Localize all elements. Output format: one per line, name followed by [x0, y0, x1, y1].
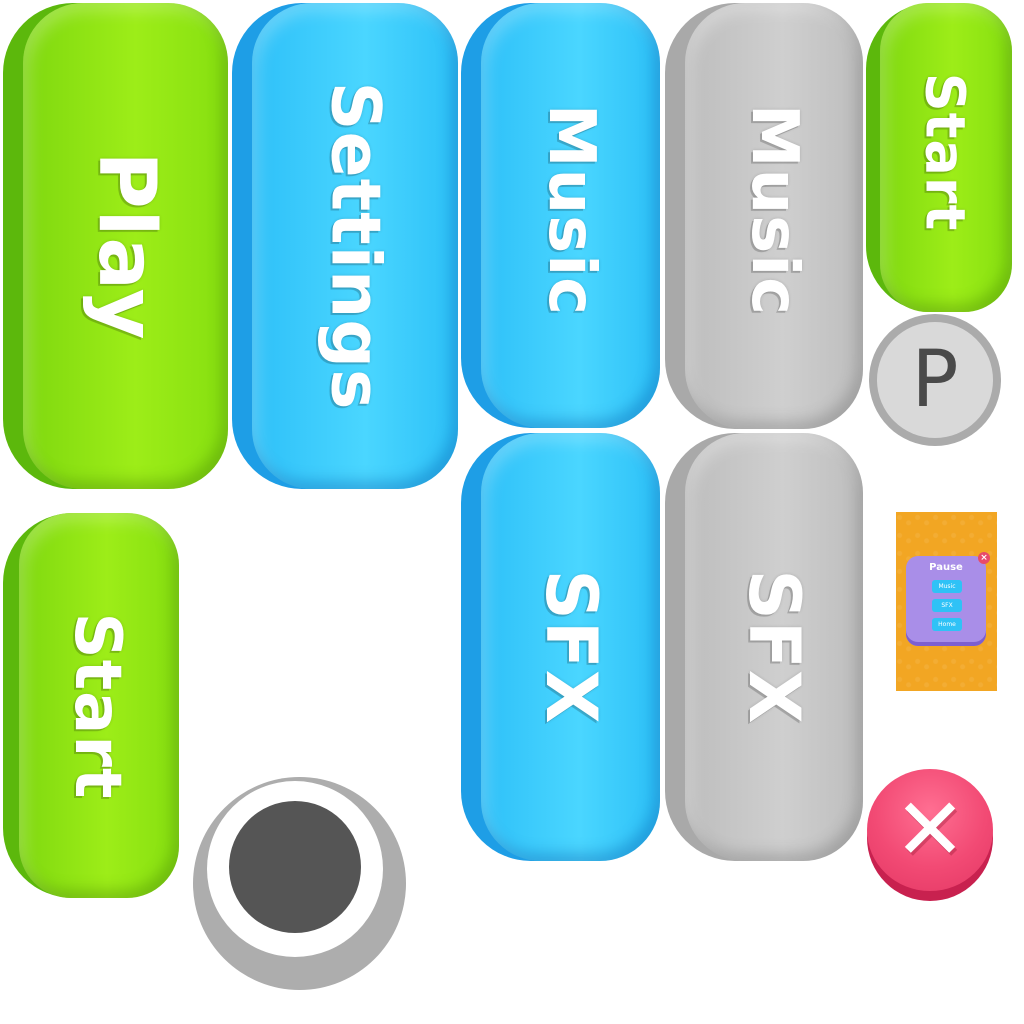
music-on-button[interactable]: Music — [461, 3, 660, 428]
start-large-button[interactable]: Start — [3, 513, 179, 898]
music-on-label: Music — [533, 103, 608, 316]
pause-home-button[interactable]: Home — [932, 618, 962, 631]
play-button[interactable]: Play — [3, 3, 228, 489]
pause-sfx-button[interactable]: SFX — [932, 599, 962, 612]
close-glyph: ✕ — [893, 780, 967, 880]
close-icon[interactable]: ✕ — [867, 769, 993, 901]
settings-label: Settings — [315, 81, 395, 411]
settings-button[interactable]: Settings — [232, 3, 458, 489]
pause-panel-thumbnail: × Pause Music SFX Home — [896, 512, 997, 691]
music-off-button[interactable]: Music — [665, 3, 863, 429]
toggle-knob-icon[interactable] — [193, 777, 406, 990]
start-large-label: Start — [60, 611, 134, 800]
sfx-on-button[interactable]: SFX — [461, 433, 660, 861]
pause-music-button[interactable]: Music — [932, 580, 962, 593]
start-small-label: Start — [913, 72, 977, 231]
p-letter: P — [911, 335, 959, 425]
sfx-on-label: SFX — [529, 569, 612, 725]
start-small-button[interactable]: Start — [866, 3, 1012, 312]
sfx-off-label: SFX — [733, 569, 815, 725]
pause-title: Pause — [929, 562, 963, 573]
p-badge-icon[interactable]: P — [869, 314, 1001, 446]
sfx-off-button[interactable]: SFX — [665, 433, 863, 861]
play-label: Play — [80, 151, 171, 341]
pause-panel: × Pause Music SFX Home — [906, 552, 990, 646]
music-off-label: Music — [737, 103, 811, 317]
